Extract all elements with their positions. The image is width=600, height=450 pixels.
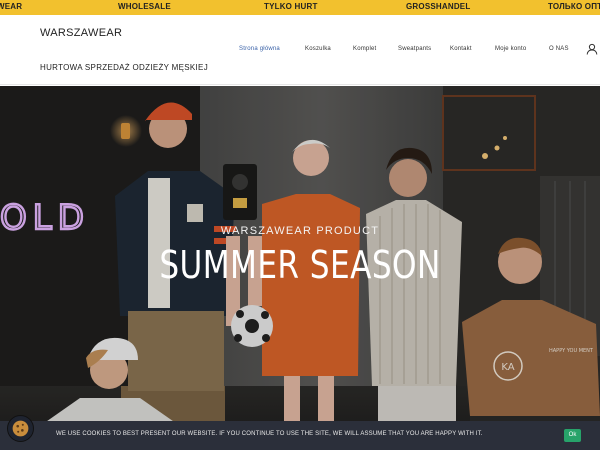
nav-item-koszulka[interactable]: Koszulka [305,46,331,52]
main-nav: Strona główna Koszulka Komplet Sweatpant… [0,46,600,58]
hero-banner: OLD KA HAPPY YOU MENT WARSZAWEAR PRODUCT… [0,86,600,450]
hero-title: SUMMER SEASON [159,243,441,287]
nav-item-account[interactable]: Moje konto [495,46,526,52]
site-header: WARSZAWEAR HURTOWA SPRZEDAŻ ODZIEŻY MĘSK… [0,15,600,85]
cookie-ok-button[interactable]: Ok [564,429,581,442]
nav-item-home[interactable]: Strona główna [239,46,280,52]
ticker-item: GROSSHANDEL [406,2,471,11]
cookie-bar: WE USE COOKIES TO BEST PRESENT OUR WEBSI… [0,421,600,450]
ticker-bar: WEAR WHOLESALE TYLKO HURT GROSSHANDEL ТО… [0,0,600,15]
cookie-badge-icon[interactable] [7,415,34,442]
ticker-item: WHOLESALE [118,2,171,11]
site-tagline: HURTOWA SPRZEDAŻ ODZIEŻY MĘSKIEJ [40,63,208,72]
nav-item-kontakt[interactable]: Kontakt [450,46,472,52]
nav-item-sweatpants[interactable]: Sweatpants [398,46,431,52]
cookie-text: WE USE COOKIES TO BEST PRESENT OUR WEBSI… [56,431,483,437]
hero-subtitle: WARSZAWEAR PRODUCT [220,225,380,237]
nav-item-about[interactable]: O NAS [549,46,569,52]
nav-item-komplet[interactable]: Komplet [353,46,376,52]
site-logo[interactable]: WARSZAWEAR [40,27,122,39]
page: WEAR WHOLESALE TYLKO HURT GROSSHANDEL ТО… [0,0,600,450]
user-icon[interactable] [586,43,598,55]
ticker-item: WEAR [0,2,23,11]
ticker-item: ТОЛЬКО ОПТ [548,2,600,11]
ticker-item: TYLKO HURT [264,2,318,11]
